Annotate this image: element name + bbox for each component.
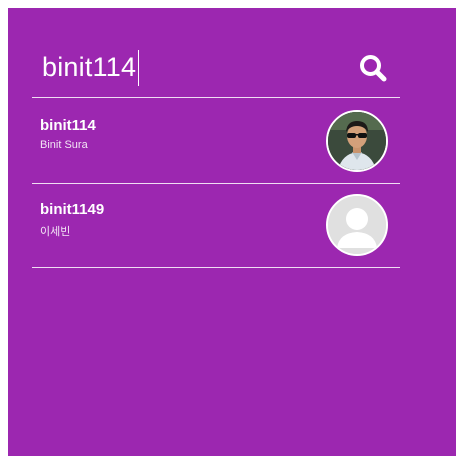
search-panel: binit114 Binit Sura binit1149 이세빈 — [8, 8, 456, 456]
list-item[interactable]: binit1149 이세빈 — [32, 183, 400, 267]
divider — [32, 267, 400, 268]
default-avatar-icon — [326, 194, 388, 256]
text-cursor — [138, 50, 139, 86]
search-icon[interactable] — [358, 53, 388, 83]
avatar — [326, 110, 388, 172]
search-bar — [32, 42, 400, 96]
search-input[interactable] — [42, 48, 332, 86]
result-fullname: Binit Sura — [40, 139, 88, 151]
list-item[interactable]: binit114 Binit Sura — [32, 99, 400, 183]
result-fullname: 이세빈 — [40, 226, 71, 238]
divider — [32, 97, 400, 98]
result-username: binit1149 — [40, 201, 105, 218]
result-username: binit114 — [40, 117, 96, 134]
